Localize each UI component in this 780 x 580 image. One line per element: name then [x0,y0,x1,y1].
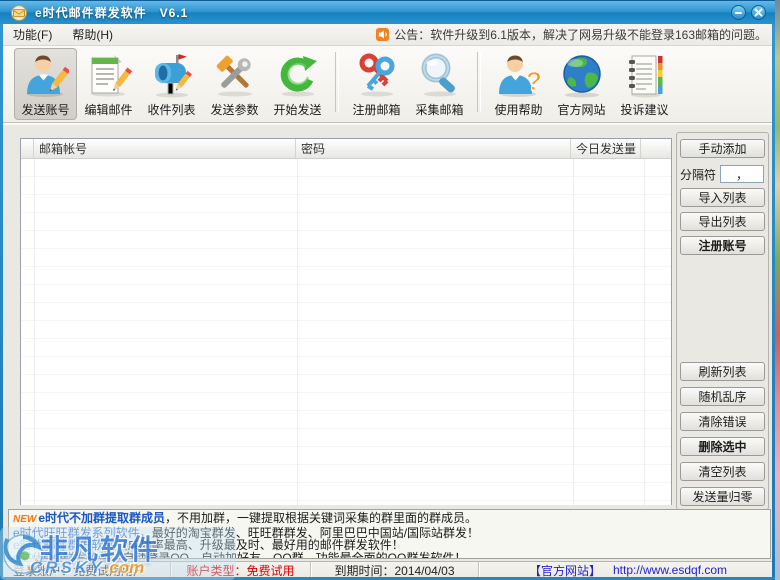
grid-line [34,159,35,505]
keys-icon [354,52,400,98]
grid-line [297,159,298,505]
toolbar-send-params[interactable]: 发送参数 [203,48,266,120]
status-bar: 登录账户：免费试用用户 账户类型：免费试用 到期时间：2014/04/03 【官… [3,561,777,578]
export-list-button[interactable]: 导出列表 [680,212,765,231]
promo-line-1: NEWe时代不加群提取群成员，不用加群，一键提取根据关键词采集的群里面的群成员。 [13,512,766,527]
promo-text: ，不用加群，一键提取根据关键词采集的群里面的群成员。 [165,511,477,525]
clear-list-button[interactable]: 清空列表 [680,462,765,481]
promo-text: （自动登录QQ、自动加好友、QQ群、功能最全面的QQ群发软件！ [110,551,466,560]
official-site-url[interactable]: http://www.esdqf.com [613,563,727,577]
mail-app-icon [10,5,28,21]
separator-label: 分隔符 [680,166,716,183]
promo-highlight[interactable]: e时代QQ群发软件 [13,551,110,560]
tools-icon [212,52,258,98]
random-shuffle-button[interactable]: 随机乱序 [680,387,765,406]
import-list-button[interactable]: 导入列表 [680,188,765,207]
toolbar-label: 使用帮助 [494,101,542,118]
column-email-account[interactable]: 邮箱帐号 [34,139,296,158]
expire-date-status: 到期时间：2014/04/03 [311,562,479,578]
app-window: e时代邮件群发软件 V6.1 功能(F) 帮助(H) 公告：软件升级到6.1版本… [0,0,780,580]
toolbar-edit-mail[interactable]: 编辑邮件 [77,48,140,120]
reset-sent-count-button[interactable]: 发送量归零 [680,487,765,506]
person-pencil-icon [23,52,69,98]
table-body[interactable] [21,159,671,505]
menu-help[interactable]: 帮助(H) [62,24,123,45]
minimize-button[interactable] [731,5,746,20]
toolbar-official-site[interactable]: 官方网站 [550,48,613,120]
toolbar-label: 收件列表 [147,101,195,118]
toolbar-separator [335,52,339,112]
table-header: 邮箱帐号 密码 今日发送量 [21,139,671,159]
toolbar-separator [477,52,481,112]
toolbar-register-mailbox[interactable]: 注册邮箱 [345,48,408,120]
promo-line-4: e时代QQ群发软件（自动登录QQ、自动加好友、QQ群、功能最全面的QQ群发软件！ [13,552,766,560]
magnifier-icon [417,52,463,98]
feedback-notepad-icon [622,52,668,98]
column-selector[interactable] [21,139,34,158]
window-title: e时代邮件群发软件 V6.1 [35,4,188,21]
delete-selected-button[interactable]: 删除选中 [680,437,765,456]
desktop-wallpaper-sliver [775,0,780,580]
separator-combobox[interactable]: ， [720,165,764,183]
speaker-icon [376,28,389,41]
column-filler [641,139,671,158]
toolbar: 发送账号 编辑邮件 [3,46,775,122]
promo-box: NEWe时代不加群提取群成员，不用加群，一键提取根据关键词采集的群里面的群成员。… [8,509,771,559]
toolbar-label: 开始发送 [273,101,321,118]
new-badge: NEW [13,514,36,525]
account-type-status: 账户类型：免费试用 [171,562,311,578]
toolbar-label: 投诉建议 [620,101,668,118]
toolbar-feedback[interactable]: 投诉建议 [613,48,676,120]
official-site-label[interactable]: 【官方网站】 [529,562,601,579]
official-site-status: 【官方网站】 http://www.esdqf.com [479,562,777,578]
menu-function[interactable]: 功能(F) [3,24,62,45]
toolbar-label: 发送参数 [210,101,258,118]
notepad-pencil-icon [86,52,132,98]
toolbar-start-send[interactable]: 开始发送 [266,48,329,120]
account-actions-panel: 手动添加 分隔符 ， 导入列表 导出列表 注册账号 刷新列表 随机乱序 清除错误… [676,132,769,510]
toolbar-label: 注册邮箱 [352,101,400,118]
promo-highlight[interactable]: e时代不加群提取群成员 [38,511,165,525]
toolbar-recipient-list[interactable]: 收件列表 [140,48,203,120]
grid-line [644,159,645,505]
toolbar-label: 发送账号 [21,101,69,118]
login-account-status: 登录账户：免费试用用户 [3,562,171,578]
toolbar-label: 官方网站 [557,101,605,118]
toolbar-label: 编辑邮件 [84,101,132,118]
clear-errors-button[interactable]: 清除错误 [680,412,765,431]
announcement-text: 公告：软件升级到6.1版本，解决了网易升级不能登录163邮箱的问题。 [394,26,767,43]
register-account-button[interactable]: 注册账号 [680,236,765,255]
person-question-icon: ? [496,52,542,98]
minimize-icon [734,8,743,17]
close-button[interactable] [751,5,766,20]
toolbar-collect-mailbox[interactable]: 采集邮箱 [408,48,471,120]
close-icon [754,8,763,17]
toolbar-label: 采集邮箱 [415,101,463,118]
mailbox-icon [149,52,195,98]
recycle-arrows-icon [275,52,321,98]
toolbar-help[interactable]: ? 使用帮助 [487,48,550,120]
announcement: 公告：软件升级到6.1版本，解决了网易升级不能登录163邮箱的问题。 [376,26,775,43]
column-password[interactable]: 密码 [296,139,571,158]
manual-add-button[interactable]: 手动添加 [680,139,765,158]
refresh-list-button[interactable]: 刷新列表 [680,362,765,381]
globe-icon [559,52,605,98]
menu-bar: 功能(F) 帮助(H) 公告：软件升级到6.1版本，解决了网易升级不能登录163… [3,24,775,46]
window-border-left [0,24,3,580]
svg-text:?: ? [526,66,542,96]
grid-line [573,159,574,505]
column-today-sent[interactable]: 今日发送量 [571,139,641,158]
accounts-table: 邮箱帐号 密码 今日发送量 [20,138,672,505]
toolbar-send-accounts[interactable]: 发送账号 [14,48,77,120]
title-bar: e时代邮件群发软件 V6.1 [0,0,780,24]
